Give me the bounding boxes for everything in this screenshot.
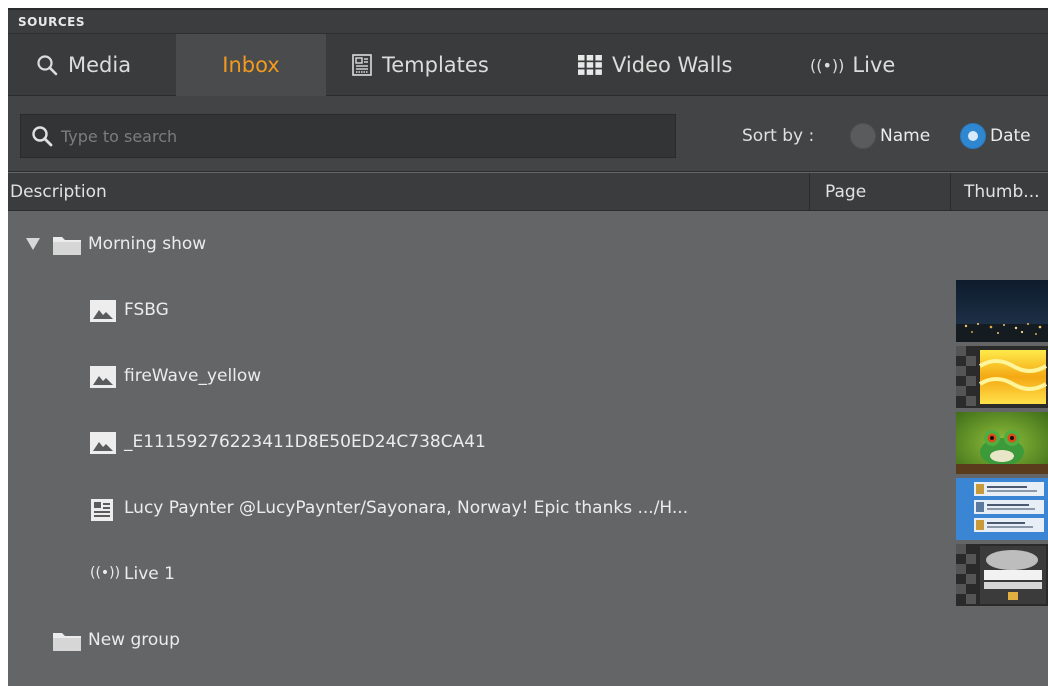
source-tabs: Media Inbox Templates Video Walls ((•)) … (8, 34, 1048, 96)
live-icon: ((•)) (810, 55, 845, 75)
live-icon: ((•)) (90, 565, 121, 581)
section-title: SOURCES (18, 15, 85, 29)
thumbnail-live-feed (956, 544, 1048, 606)
list-item-lucy-paynter[interactable]: Lucy Paynter @LucyPaynter/Sayonara, Norw… (8, 476, 1048, 542)
tab-inbox[interactable]: Inbox (176, 34, 326, 96)
list-item-label: Lucy Paynter @LucyPaynter/Sayonara, Norw… (124, 498, 689, 518)
template-icon (352, 54, 372, 76)
tab-live[interactable]: ((•)) Live (810, 34, 930, 96)
list-item-label: _E11159276223411D8E50ED24C738CA41 (124, 432, 486, 452)
tab-media-label: Media (68, 53, 132, 77)
tab-inbox-label: Inbox (222, 53, 280, 77)
column-page[interactable]: Page (811, 173, 951, 211)
column-description[interactable]: Description (8, 173, 810, 211)
image-icon (90, 366, 116, 388)
folder-row-new-group[interactable]: New group (8, 608, 1048, 674)
list-item-fsbg[interactable]: FSBG (8, 278, 1048, 344)
section-header: SOURCES (8, 8, 1048, 34)
search-toolbar: Sort by : Name Date (8, 96, 1048, 172)
column-header: Description Page Thumb... (8, 173, 1048, 211)
thumbnail-social-post (956, 478, 1048, 540)
sort-label: Sort by : (742, 126, 815, 146)
sort-date-radio[interactable] (960, 123, 986, 149)
list-item-label: New group (88, 630, 180, 650)
tab-media[interactable]: Media (16, 34, 176, 96)
column-thumbnail[interactable]: Thumb... (952, 173, 1048, 211)
image-icon (90, 432, 116, 454)
tab-templates[interactable]: Templates (352, 34, 542, 96)
folder-icon (52, 630, 82, 652)
list-item-label: Morning show (88, 234, 207, 254)
thumbnail-city-night (956, 280, 1048, 342)
thumbnail-yellow-wave (956, 346, 1048, 408)
triangle-down-icon[interactable] (26, 238, 40, 250)
search-box (20, 114, 676, 158)
tab-templates-label: Templates (382, 53, 489, 77)
sort-name-radio[interactable] (850, 123, 876, 149)
tab-video-walls-label: Video Walls (612, 53, 733, 77)
folder-icon (52, 234, 82, 256)
search-input[interactable] (61, 121, 661, 151)
inbox-list: Morning show FSBG fireWave_yellow _E1115… (8, 212, 1048, 686)
template-icon (90, 498, 114, 522)
tab-live-label: Live (852, 53, 896, 77)
list-item-label: Live 1 (124, 564, 175, 584)
grid-icon (578, 55, 602, 75)
search-icon (31, 125, 53, 151)
thumbnail-frog (956, 412, 1048, 474)
list-item-label: FSBG (124, 300, 169, 320)
folder-row-morning-show[interactable]: Morning show (8, 212, 1048, 278)
search-icon (36, 54, 58, 76)
list-item-e1115[interactable]: _E11159276223411D8E50ED24C738CA41 (8, 410, 1048, 476)
list-item-live-1[interactable]: ((•)) Live 1 (8, 542, 1048, 608)
list-item-label: fireWave_yellow (124, 366, 262, 386)
tab-video-walls[interactable]: Video Walls (578, 34, 788, 96)
sources-panel: SOURCES Media Inbox Templates Video Wall… (8, 8, 1048, 686)
sort-name-label[interactable]: Name (880, 126, 930, 146)
list-item-firewave-yellow[interactable]: fireWave_yellow (8, 344, 1048, 410)
image-icon (90, 300, 116, 322)
sort-date-label[interactable]: Date (990, 126, 1031, 146)
